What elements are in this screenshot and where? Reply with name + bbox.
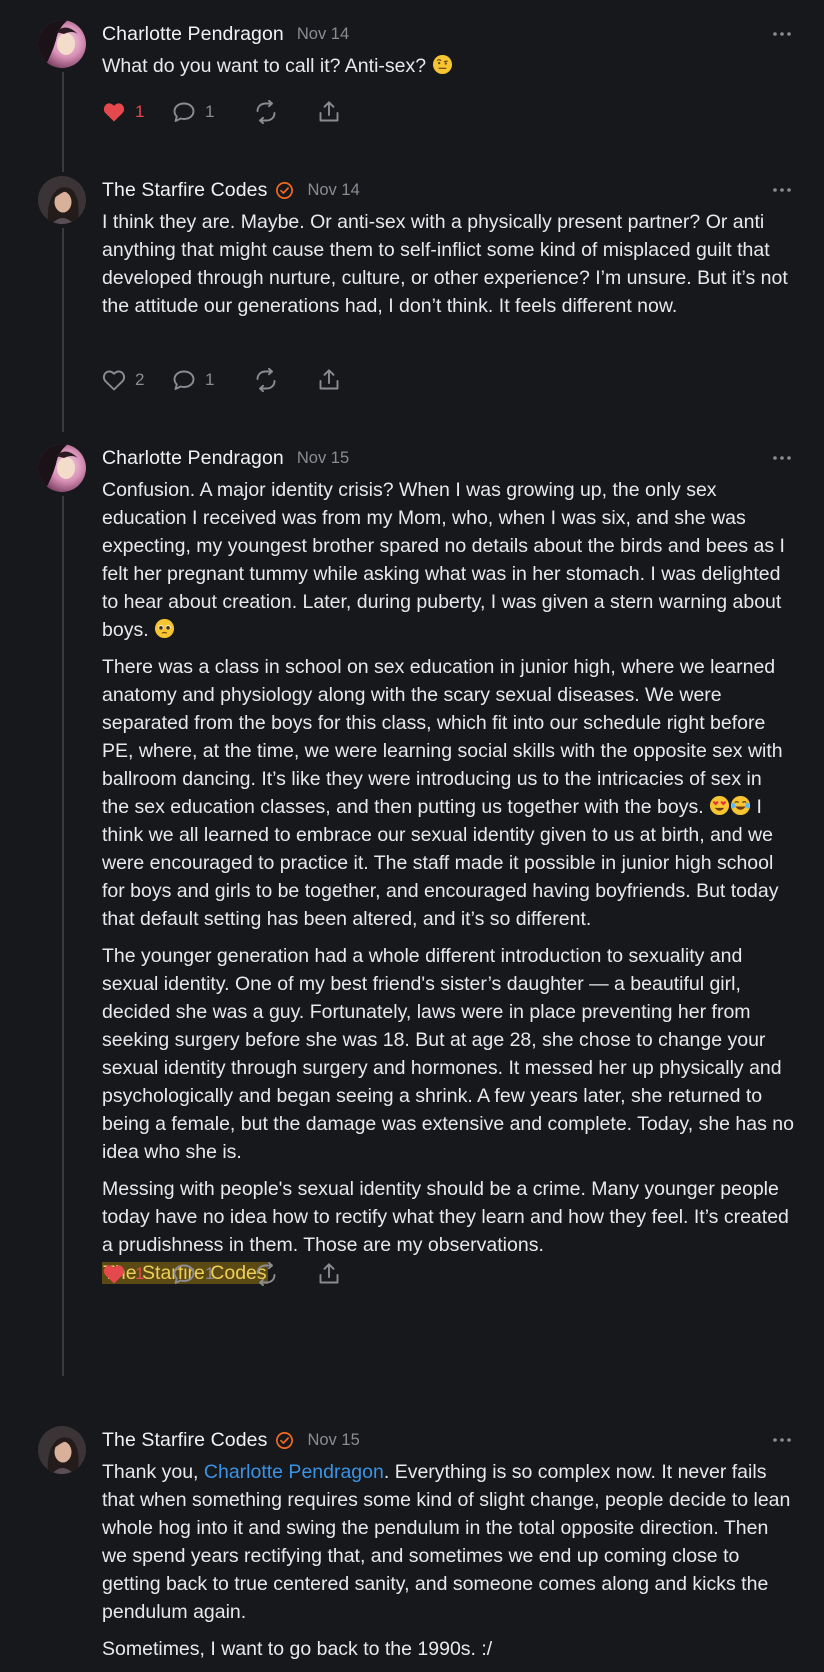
restack-button[interactable] <box>253 1262 317 1286</box>
share-icon <box>319 1263 339 1284</box>
author-name[interactable]: The Starfire Codes <box>102 1429 267 1452</box>
comment-body: What do you want to call it? Anti-sex? <box>102 52 794 89</box>
avatar[interactable] <box>38 176 86 224</box>
comment-paragraph: Sometimes, I want to go back to the 1990… <box>102 1638 493 1660</box>
comment-header: Charlotte Pendragon Nov 14 <box>102 20 349 48</box>
avatar[interactable] <box>38 444 86 492</box>
comment-paragraph: Thank you, Charlotte Pendragon. Everythi… <box>102 1461 791 1623</box>
restack-icon <box>256 100 276 124</box>
restack-icon <box>256 1262 276 1286</box>
heart-eyes-face-emoji <box>710 795 730 816</box>
comment-actions: 2 1 <box>102 365 347 395</box>
comment-date[interactable]: Nov 15 <box>297 449 349 468</box>
reply-count: 1 <box>205 1264 215 1283</box>
reply-button[interactable]: 1 <box>172 101 253 123</box>
mention-link[interactable]: Charlotte Pendragon <box>204 1461 384 1483</box>
comment-date[interactable]: Nov 15 <box>307 1431 359 1450</box>
comment-body: I think they are. Maybe. Or anti-sex wit… <box>102 208 794 329</box>
more-options-icon[interactable] <box>770 24 794 44</box>
comment-actions: 1 1 <box>102 1259 347 1289</box>
comment-icon <box>173 1264 195 1284</box>
comment-date[interactable]: Nov 14 <box>307 181 359 200</box>
comment-paragraph: The younger generation had a whole diffe… <box>102 945 794 1163</box>
restack-button[interactable] <box>253 368 317 392</box>
more-options-icon[interactable] <box>770 448 794 468</box>
reply-count: 1 <box>205 370 215 389</box>
thread-line <box>62 228 64 432</box>
comment-icon <box>173 102 195 122</box>
comment-header: Charlotte Pendragon Nov 15 <box>102 444 349 472</box>
restack-icon <box>256 368 276 392</box>
author-name[interactable]: Charlotte Pendragon <box>102 447 284 470</box>
share-icon <box>319 101 339 122</box>
like-count: 1 <box>135 102 145 121</box>
comment-paragraph: I think they are. Maybe. Or anti-sex wit… <box>102 211 788 317</box>
reply-count: 1 <box>205 102 215 121</box>
comment-paragraph: What do you want to call it? Anti-sex? <box>102 52 794 80</box>
share-button[interactable] <box>317 1262 347 1286</box>
like-count: 2 <box>135 370 145 389</box>
avatar[interactable] <box>38 1426 86 1474</box>
comment: Charlotte Pendragon Nov 14 What do you w… <box>0 0 824 172</box>
comment-header: The Starfire Codes Nov 14 <box>102 176 360 204</box>
avatar[interactable] <box>38 20 86 68</box>
heart-icon <box>103 1265 125 1284</box>
comment-actions: 1 1 <box>102 97 347 127</box>
tears-of-joy-face-emoji <box>731 795 751 816</box>
like-button[interactable]: 2 <box>102 369 172 391</box>
heart-icon <box>102 370 126 391</box>
share-icon <box>319 369 339 390</box>
comment-body: Thank you, Charlotte Pendragon. Everythi… <box>102 1458 794 1672</box>
comment: The Starfire Codes Nov 15 Thank you, Cha… <box>0 1406 824 1662</box>
share-button[interactable] <box>317 100 347 124</box>
comment-header: The Starfire Codes Nov 15 <box>102 1426 360 1454</box>
verified-badge-icon <box>275 181 294 200</box>
comment-paragraph: There was a class in school on sex educa… <box>102 656 783 930</box>
more-options-icon[interactable] <box>770 180 794 200</box>
verified-badge-icon <box>275 1431 294 1450</box>
comment: The Starfire Codes Nov 14 I think they a… <box>0 156 824 432</box>
restack-button[interactable] <box>253 100 317 124</box>
like-button[interactable]: 1 <box>102 101 172 123</box>
more-options-icon[interactable] <box>770 1430 794 1450</box>
like-button[interactable]: 1 <box>102 1263 172 1285</box>
heart-icon <box>103 103 125 122</box>
author-name[interactable]: The Starfire Codes <box>102 179 267 202</box>
comment-date[interactable]: Nov 14 <box>297 25 349 44</box>
comment: Charlotte Pendragon Nov 15 Confusion. A … <box>0 424 824 1376</box>
face-with-raised-eyebrow-emoji <box>432 54 452 75</box>
thread-line <box>62 496 64 1376</box>
author-name[interactable]: Charlotte Pendragon <box>102 23 284 46</box>
comment-icon <box>173 370 195 390</box>
comment-body: Confusion. A major identity crisis? When… <box>102 476 794 1296</box>
pleading-face-emoji <box>154 618 175 639</box>
like-count: 1 <box>135 1264 145 1283</box>
reply-button[interactable]: 1 <box>172 369 253 391</box>
reply-button[interactable]: 1 <box>172 1263 253 1285</box>
comment-paragraph: Confusion. A major identity crisis? When… <box>102 479 785 641</box>
share-button[interactable] <box>317 368 347 392</box>
